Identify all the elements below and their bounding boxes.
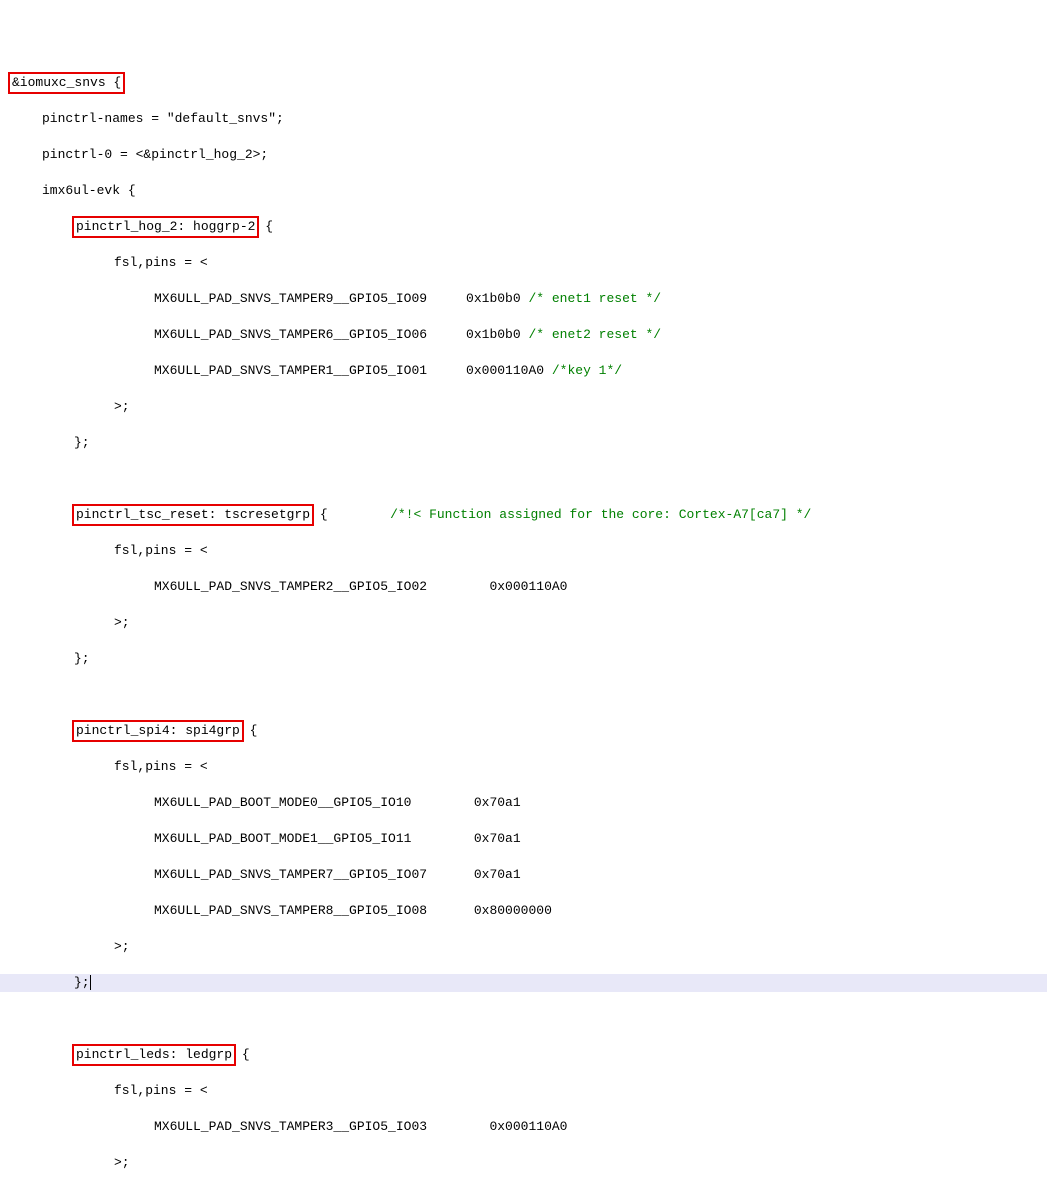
code-line-current[interactable]: };	[0, 974, 1047, 992]
code-line: pinctrl_spi4: spi4grp {	[0, 722, 1047, 740]
code-line: pinctrl_leds: ledgrp {	[0, 1046, 1047, 1064]
code-line: MX6ULL_PAD_SNVS_TAMPER6__GPIO5_IO06 0x1b…	[0, 326, 1047, 344]
code-line: imx6ul-evk {	[0, 182, 1047, 200]
code-line: MX6ULL_PAD_BOOT_MODE0__GPIO5_IO10 0x70a1	[0, 794, 1047, 812]
blank-line	[0, 686, 1047, 704]
code-line: MX6ULL_PAD_SNVS_TAMPER7__GPIO5_IO07 0x70…	[0, 866, 1047, 884]
code-line: fsl,pins = <	[0, 1082, 1047, 1100]
code-line: pinctrl-0 = <&pinctrl_hog_2>;	[0, 146, 1047, 164]
code-line: >;	[0, 1154, 1047, 1172]
code-line: >;	[0, 614, 1047, 632]
code-line: >;	[0, 938, 1047, 956]
brace-open: {	[234, 1047, 250, 1062]
code-line: >;	[0, 398, 1047, 416]
pin-def: MX6ULL_PAD_SNVS_TAMPER6__GPIO5_IO06 0x1b…	[154, 327, 528, 342]
code-line: MX6ULL_PAD_SNVS_TAMPER3__GPIO5_IO03 0x00…	[0, 1118, 1047, 1136]
code-line: MX6ULL_PAD_SNVS_TAMPER8__GPIO5_IO08 0x80…	[0, 902, 1047, 920]
highlight-pinctrl-hog-2: pinctrl_hog_2: hoggrp-2	[72, 216, 259, 238]
code-line: fsl,pins = <	[0, 254, 1047, 272]
closing-brace: };	[74, 975, 90, 990]
brace-open: {	[312, 507, 390, 522]
code-line: &iomuxc_snvs {	[0, 74, 1047, 92]
comment: /*!< Function assigned for the core: Cor…	[390, 507, 811, 522]
code-line: };	[0, 650, 1047, 668]
code-line: MX6ULL_PAD_SNVS_TAMPER9__GPIO5_IO09 0x1b…	[0, 290, 1047, 308]
code-line: MX6ULL_PAD_BOOT_MODE1__GPIO5_IO11 0x70a1	[0, 830, 1047, 848]
blank-line	[0, 470, 1047, 488]
code-line: pinctrl_tsc_reset: tscresetgrp { /*!< Fu…	[0, 506, 1047, 524]
highlight-pinctrl-spi4: pinctrl_spi4: spi4grp	[72, 720, 244, 742]
blank-line	[0, 1010, 1047, 1028]
code-line: pinctrl_hog_2: hoggrp-2 {	[0, 218, 1047, 236]
highlight-iomuxc-snvs: &iomuxc_snvs {	[8, 72, 125, 94]
comment: /* enet2 reset */	[528, 327, 661, 342]
highlight-pinctrl-tsc-reset: pinctrl_tsc_reset: tscresetgrp	[72, 504, 314, 526]
code-line: };	[0, 434, 1047, 452]
code-line: MX6ULL_PAD_SNVS_TAMPER2__GPIO5_IO02 0x00…	[0, 578, 1047, 596]
text-cursor	[90, 975, 91, 990]
pin-def: MX6ULL_PAD_SNVS_TAMPER1__GPIO5_IO01 0x00…	[154, 363, 552, 378]
brace-open: {	[257, 219, 273, 234]
code-line: fsl,pins = <	[0, 542, 1047, 560]
comment: /* enet1 reset */	[528, 291, 661, 306]
comment: /*key 1*/	[552, 363, 622, 378]
code-line: fsl,pins = <	[0, 758, 1047, 776]
pin-def: MX6ULL_PAD_SNVS_TAMPER9__GPIO5_IO09 0x1b…	[154, 291, 528, 306]
code-line: pinctrl-names = "default_snvs";	[0, 110, 1047, 128]
brace-open: {	[242, 723, 258, 738]
code-line: MX6ULL_PAD_SNVS_TAMPER1__GPIO5_IO01 0x00…	[0, 362, 1047, 380]
highlight-pinctrl-leds: pinctrl_leds: ledgrp	[72, 1044, 236, 1066]
